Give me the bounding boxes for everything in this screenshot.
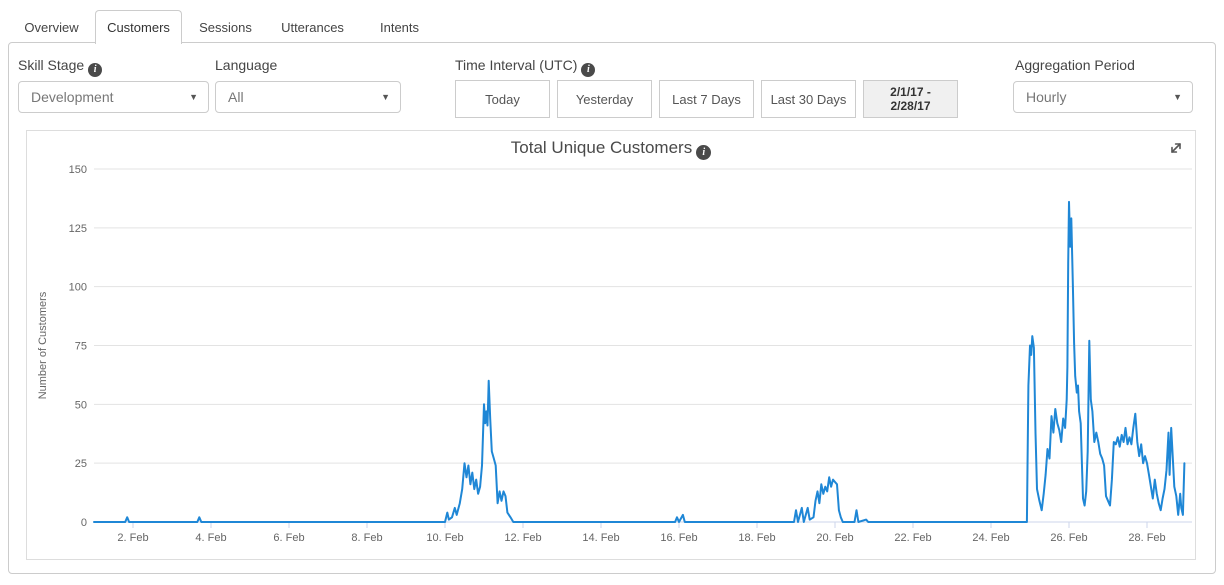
customers-line-chart-plot[interactable]: 0 25 50 75 100 125 150 2. Feb 4. Feb 6. Feb 8. Feb… — [27, 131, 1195, 559]
skill-stage-label-text: Skill Stage — [18, 57, 84, 73]
svg-text:12. Feb: 12. Feb — [504, 532, 541, 544]
chart-title-text: Total Unique Customers — [511, 138, 692, 157]
tab-sessions[interactable]: Sessions — [182, 10, 269, 42]
svg-text:25: 25 — [75, 458, 87, 470]
svg-text:0: 0 — [81, 517, 87, 529]
last-7-days-button[interactable]: Last 7 Days — [659, 80, 754, 118]
date-range-start: 2/1/17 - — [890, 85, 931, 99]
svg-text:Number of Customers: Number of Customers — [37, 291, 49, 399]
skill-stage-label: Skill Stage i — [18, 57, 102, 77]
chevron-down-icon: ▼ — [381, 82, 390, 112]
aggregation-period-dropdown[interactable]: Hourly ▼ — [1013, 81, 1193, 113]
chevron-down-icon: ▼ — [189, 82, 198, 112]
skill-stage-value: Development — [31, 82, 114, 112]
tab-utterances[interactable]: Utterances — [269, 10, 356, 42]
language-value: All — [228, 82, 244, 112]
aggregation-period-value: Hourly — [1026, 82, 1066, 112]
expand-chart-icon[interactable] — [1167, 139, 1185, 157]
custom-date-range-button[interactable]: 2/1/17 - 2/28/17 — [863, 80, 958, 118]
svg-text:10. Feb: 10. Feb — [426, 532, 463, 544]
svg-text:18. Feb: 18. Feb — [738, 532, 775, 544]
time-interval-buttons: Today Yesterday Last 7 Days Last 30 Days… — [455, 80, 958, 118]
today-button[interactable]: Today — [455, 80, 550, 118]
svg-text:6. Feb: 6. Feb — [273, 532, 304, 544]
total-unique-customers-chart: Total Unique Customers i 0 25 50 75 100 125 150… — [26, 130, 1196, 560]
svg-text:125: 125 — [69, 223, 87, 235]
chart-title: Total Unique Customers i — [27, 138, 1195, 160]
svg-text:28. Feb: 28. Feb — [1128, 532, 1165, 544]
skill-stage-dropdown[interactable]: Development ▼ — [18, 81, 209, 113]
customers-panel: Skill Stage i Development ▼ Language All … — [8, 42, 1216, 574]
chevron-down-icon: ▼ — [1173, 82, 1182, 112]
tab-customers[interactable]: Customers — [95, 10, 182, 44]
tab-intents[interactable]: Intents — [356, 10, 443, 42]
svg-text:100: 100 — [69, 282, 87, 294]
date-range-end: 2/28/17 — [890, 99, 930, 113]
language-dropdown[interactable]: All ▼ — [215, 81, 401, 113]
svg-text:75: 75 — [75, 341, 87, 353]
tab-overview[interactable]: Overview — [8, 10, 95, 42]
yesterday-button[interactable]: Yesterday — [557, 80, 652, 118]
time-interval-label: Time Interval (UTC) i — [455, 57, 595, 77]
info-icon[interactable]: i — [88, 63, 102, 77]
aggregation-period-label: Aggregation Period — [1015, 57, 1135, 73]
svg-text:22. Feb: 22. Feb — [894, 532, 931, 544]
svg-text:16. Feb: 16. Feb — [660, 532, 697, 544]
svg-text:26. Feb: 26. Feb — [1050, 532, 1087, 544]
info-icon[interactable]: i — [696, 145, 711, 160]
time-interval-label-text: Time Interval (UTC) — [455, 57, 577, 73]
language-label: Language — [215, 57, 277, 73]
svg-text:4. Feb: 4. Feb — [195, 532, 226, 544]
last-30-days-button[interactable]: Last 30 Days — [761, 80, 856, 118]
svg-text:8. Feb: 8. Feb — [351, 532, 382, 544]
svg-text:2. Feb: 2. Feb — [117, 532, 148, 544]
analytics-tab-bar: Overview Customers Sessions Utterances I… — [8, 10, 443, 44]
info-icon[interactable]: i — [581, 63, 595, 77]
svg-text:14. Feb: 14. Feb — [582, 532, 619, 544]
svg-text:50: 50 — [75, 399, 87, 411]
svg-text:150: 150 — [69, 164, 87, 176]
svg-text:20. Feb: 20. Feb — [816, 532, 853, 544]
svg-text:24. Feb: 24. Feb — [972, 532, 1009, 544]
